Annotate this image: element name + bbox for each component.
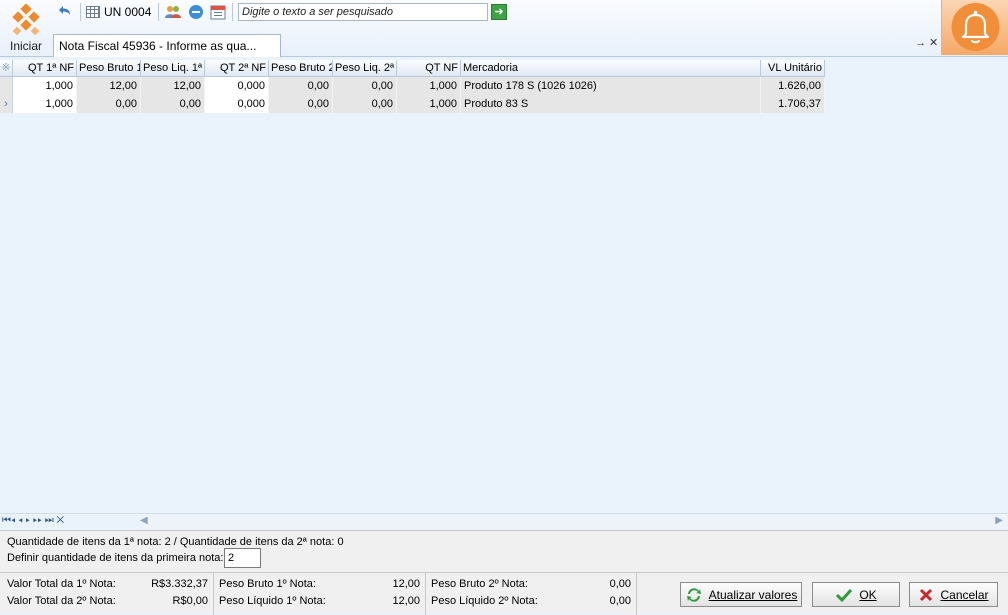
table-cell[interactable]: 0,00: [141, 95, 205, 113]
refresh-values-icon: [686, 587, 701, 602]
peso-1-box: Peso Bruto 1º Nota: 12,00 Peso Líquido 1…: [214, 573, 426, 615]
table-cell[interactable]: Produto 178 S (1026 1026): [461, 77, 761, 95]
app-logo-icon: [12, 4, 40, 36]
column-header[interactable]: Peso Bruto 1: [77, 60, 141, 77]
users-icon[interactable]: [164, 3, 182, 21]
x-icon: [920, 588, 933, 601]
peso-liquido-1: 12,00: [392, 595, 420, 607]
info-panel: Quantidade de itens da 1ª nota: 2 / Quan…: [0, 530, 1008, 572]
bell-icon: [951, 3, 1000, 51]
row-indicator[interactable]: ›: [0, 95, 13, 113]
horizontal-scrollbar[interactable]: ◀ ▶: [137, 515, 1008, 529]
valor-2-label: Valor Total da 2º Nota:: [7, 595, 116, 607]
cancel-button[interactable]: Cancelar: [909, 582, 998, 607]
notifications-button[interactable]: [941, 0, 1008, 55]
items-count-text: Quantidade de itens da 1ª nota: 2 / Quan…: [7, 536, 344, 548]
table-cell[interactable]: Produto 83 S: [461, 95, 761, 113]
first-note-qty-input[interactable]: [224, 548, 261, 568]
scroll-right-icon[interactable]: ▶: [995, 515, 1003, 526]
unit-selector-button[interactable]: UN 0004: [86, 3, 151, 21]
go-arrow-icon: ➜: [494, 6, 504, 18]
row-indicator[interactable]: [0, 77, 13, 95]
column-header[interactable]: Peso Bruto 2: [269, 60, 333, 77]
scroll-left-icon[interactable]: ◀: [140, 515, 148, 526]
ok-button[interactable]: OK: [812, 582, 900, 607]
table-cell[interactable]: 0,00: [333, 77, 397, 95]
column-header[interactable]: Peso Liq. 1ª: [141, 60, 205, 77]
table-cell[interactable]: 1.706,37: [761, 95, 825, 113]
totals-panel: Valor Total da 1º Nota: R$3.332,37 Valor…: [0, 572, 1008, 615]
table-cell[interactable]: 1,000: [397, 95, 461, 113]
refresh-values-button[interactable]: Atualizar valores: [680, 582, 802, 607]
valor-2: R$0,00: [172, 595, 208, 607]
search-go-button[interactable]: ➜: [491, 4, 507, 20]
valor-1-label: Valor Total da 1º Nota:: [7, 578, 116, 590]
peso-bruto-1-label: Peso Bruto 1º Nota:: [219, 578, 316, 590]
grid-navigator: ⏮◂ ◂ ▸ ▸▸ ⏭ ✕ ◀ ▶: [0, 513, 1008, 529]
peso-bruto-1: 12,00: [392, 578, 420, 590]
toolbar-separator: [80, 3, 81, 21]
pin-close-icons[interactable]: → ✕: [915, 37, 938, 49]
ok-label: OK: [859, 587, 877, 602]
check-icon: [836, 588, 853, 602]
table-cell[interactable]: 1,000: [397, 77, 461, 95]
tab-actions[interactable]: → ✕: [915, 36, 938, 49]
qty-label: Definir quantidade de itens da primeira …: [7, 552, 224, 564]
grid-header: ※ QT 1ª NF Peso Bruto 1 Peso Liq. 1ª QT …: [0, 60, 825, 77]
table-row[interactable]: › 1,000 0,00 0,00 0,000 0,00 0,00 1,000 …: [0, 95, 825, 113]
top-toolbar: Iniciar UN 0004 ➜ Nota Fiscal 45936 - In…: [0, 0, 1008, 57]
table-cell[interactable]: 0,00: [77, 95, 141, 113]
navigator-buttons[interactable]: ⏮◂ ◂ ▸ ▸▸ ⏭ ✕: [2, 515, 64, 526]
refresh-values-label: Atualizar valores: [708, 587, 798, 602]
peso-2-box: Peso Bruto 2º Nota: 0,00 Peso Líquido 2º…: [426, 573, 637, 615]
tab-title: Nota Fiscal 45936 - Informe as qua...: [59, 39, 257, 53]
start-label: Iniciar: [9, 39, 42, 53]
table-cell[interactable]: 0,000: [205, 77, 269, 95]
peso-liquido-1-label: Peso Líquido 1º Nota:: [219, 595, 326, 607]
table-cell[interactable]: 0,00: [269, 95, 333, 113]
column-header[interactable]: QT 1ª NF: [13, 60, 77, 77]
peso-bruto-2: 0,00: [609, 578, 631, 590]
cancel-label: Cancelar: [940, 587, 989, 602]
column-header[interactable]: VL Unitário: [761, 60, 825, 77]
table-cell[interactable]: 0,00: [269, 77, 333, 95]
valor-box: Valor Total da 1º Nota: R$3.332,37 Valor…: [0, 573, 214, 615]
valor-1: R$3.332,37: [151, 578, 208, 590]
table-cell[interactable]: 0,000: [205, 95, 269, 113]
table-cell[interactable]: 1.626,00: [761, 77, 825, 95]
peso-liquido-2: 0,00: [609, 595, 631, 607]
table-cell[interactable]: 1,000: [13, 77, 77, 95]
toolbar-separator: [158, 3, 159, 21]
search-input[interactable]: [238, 3, 488, 21]
tab-nota-fiscal[interactable]: Nota Fiscal 45936 - Informe as qua...: [53, 34, 281, 57]
unit-label: UN 0004: [104, 5, 152, 19]
items-grid: ※ QT 1ª NF Peso Bruto 1 Peso Liq. 1ª QT …: [0, 57, 1008, 513]
grid-icon: [86, 6, 100, 18]
column-header[interactable]: QT NF: [397, 60, 461, 77]
table-cell[interactable]: 0,00: [333, 95, 397, 113]
table-cell[interactable]: 1,000: [13, 95, 77, 113]
peso-bruto-2-label: Peso Bruto 2º Nota:: [431, 578, 528, 590]
peso-liquido-2-label: Peso Líquido 2º Nota:: [431, 595, 538, 607]
table-cell[interactable]: 12,00: [141, 77, 205, 95]
start-button[interactable]: Iniciar: [2, 2, 50, 54]
column-header[interactable]: Peso Liq. 2ª: [333, 60, 397, 77]
table-cell[interactable]: 12,00: [77, 77, 141, 95]
refresh-icon[interactable]: [187, 3, 205, 21]
grid-corner[interactable]: ※: [0, 60, 13, 77]
toolbar-separator: [232, 3, 233, 21]
current-row-icon: ›: [4, 98, 8, 110]
column-header[interactable]: Mercadoria: [461, 60, 761, 77]
undo-icon[interactable]: [55, 3, 73, 21]
table-row[interactable]: 1,000 12,00 12,00 0,000 0,00 0,00 1,000 …: [0, 77, 825, 95]
column-header[interactable]: QT 2ª NF: [205, 60, 269, 77]
calendar-icon[interactable]: [209, 3, 227, 21]
